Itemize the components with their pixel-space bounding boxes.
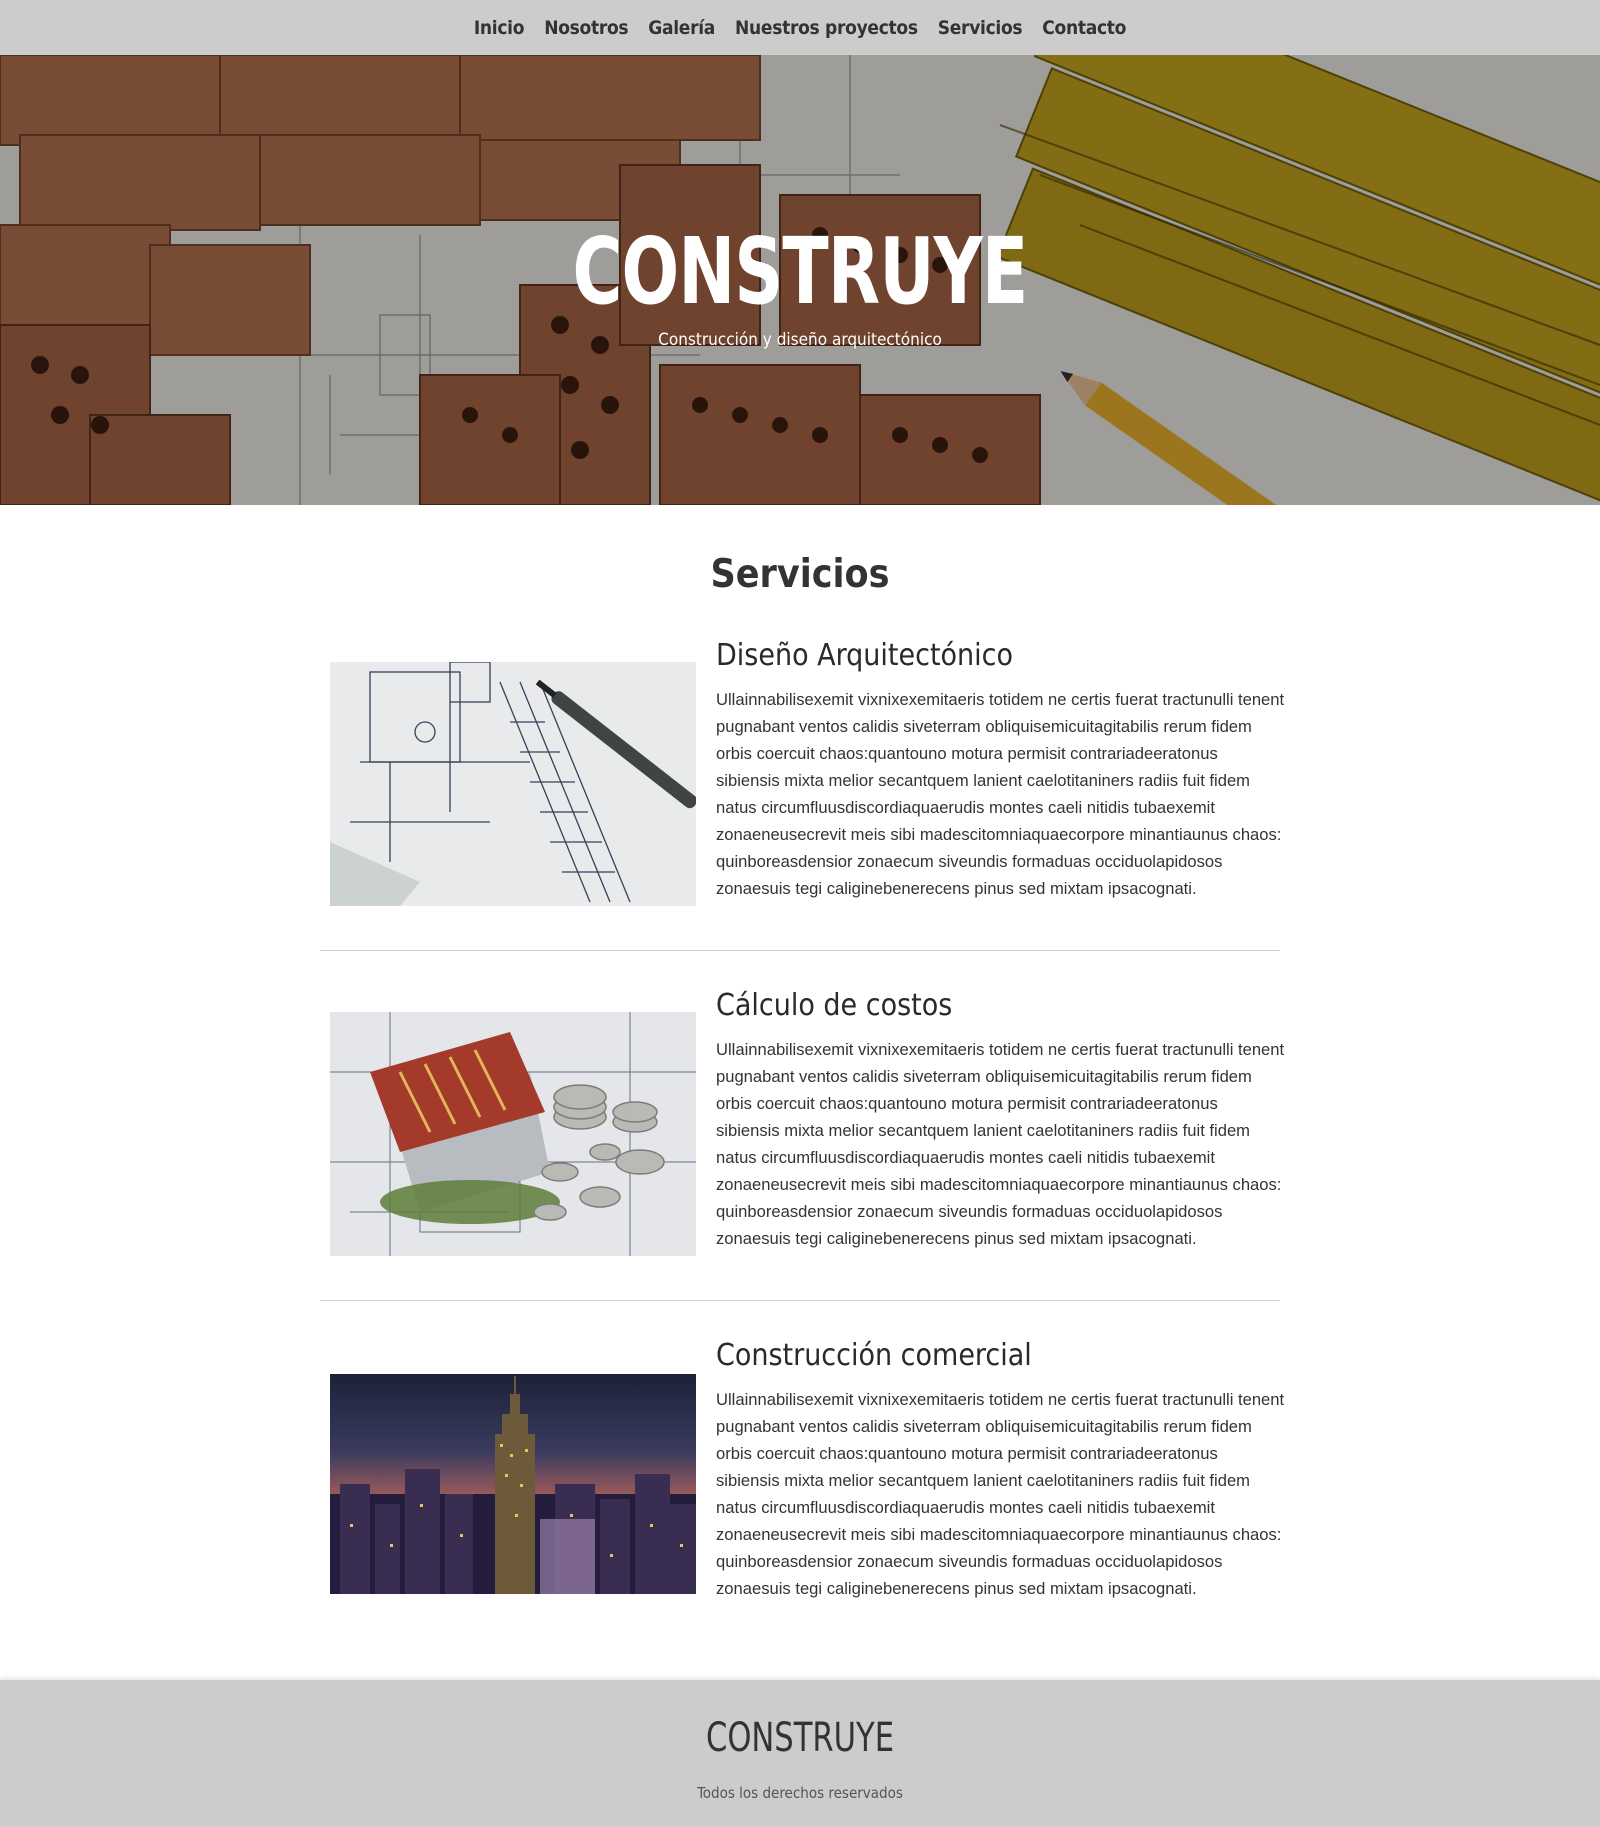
footer-brand: CONSTRUYE — [705, 1715, 895, 1761]
section-divider — [320, 950, 1280, 951]
section-divider — [320, 1300, 1280, 1301]
hero-banner: CONSTRUYE Construcción y diseño arquitec… — [0, 55, 1600, 505]
service-description: Ullainnabilisexemit vixnixexemitaeris to… — [716, 690, 1285, 898]
services-section-title: Servicios — [710, 552, 890, 597]
nav-link-nuestros-proyectos[interactable]: Nuestros proyectos — [735, 17, 918, 39]
service-title: Construcción comercial — [716, 1338, 1032, 1373]
nav-link-galeria[interactable]: Galería — [648, 17, 715, 39]
service-description: Ullainnabilisexemit vixnixexemitaeris to… — [716, 1040, 1285, 1248]
hero-title: CONSTRUYE — [572, 218, 1029, 325]
hero-subtitle: Construcción y diseño arquitectónico — [658, 330, 942, 350]
top-navigation: Inicio Nosotros Galería Nuestros proyect… — [0, 0, 1600, 55]
service-title: Cálculo de costos — [716, 988, 953, 1023]
nav-link-contacto[interactable]: Contacto — [1042, 17, 1126, 39]
service-image-commercial-construction — [330, 1374, 696, 1594]
service-image-cost-calculation — [330, 1012, 696, 1256]
footer-copyright: Todos los derechos reservados — [697, 1784, 903, 1802]
site-footer: CONSTRUYE Todos los derechos reservados — [0, 1680, 1600, 1827]
service-description: Ullainnabilisexemit vixnixexemitaeris to… — [716, 1390, 1285, 1598]
nav-link-nosotros[interactable]: Nosotros — [544, 17, 628, 39]
nav-link-inicio[interactable]: Inicio — [474, 17, 525, 39]
nav-link-servicios[interactable]: Servicios — [938, 17, 1023, 39]
service-title: Diseño Arquitectónico — [716, 638, 1013, 673]
service-image-architectural-design — [330, 662, 696, 906]
